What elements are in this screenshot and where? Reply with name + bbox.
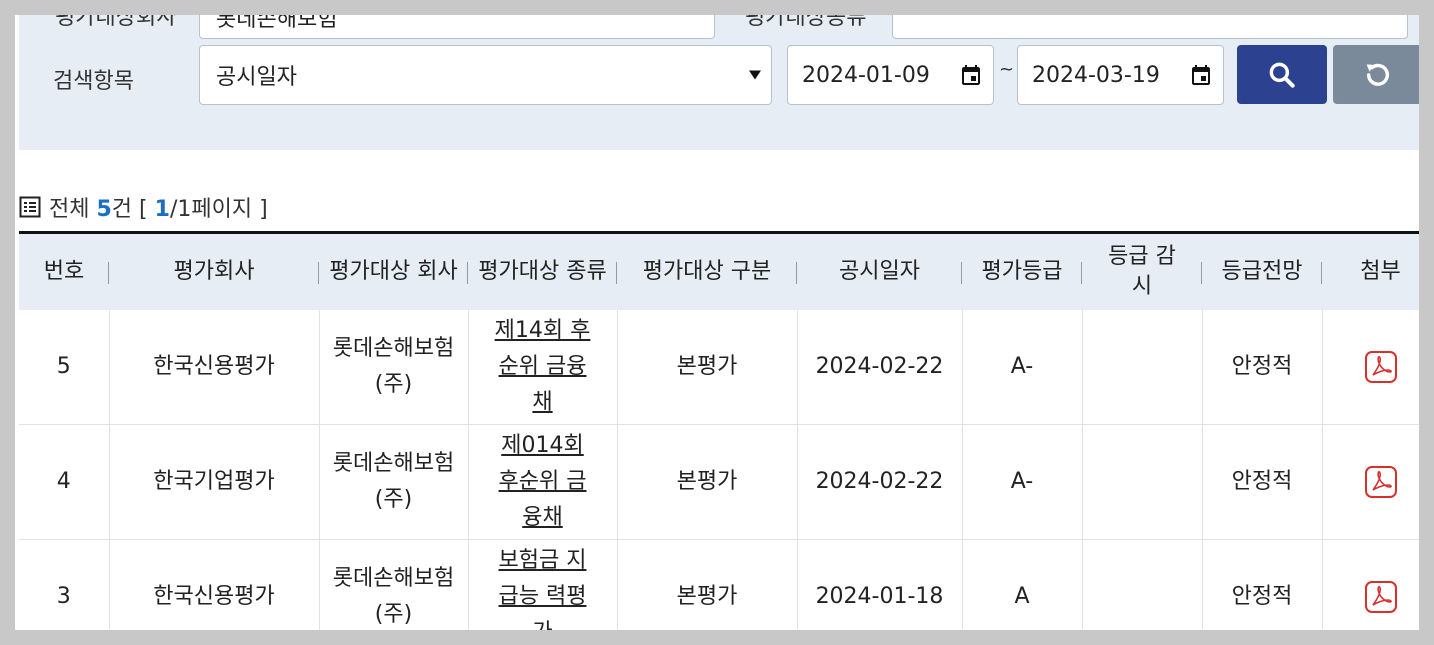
chevron-down-icon — [749, 70, 761, 80]
search-panel: 평가대상회사 롯데손해보험 평가대상종류 검색항목 공시일자 2024-01-0… — [19, 15, 1419, 150]
cell-agency: 한국기업평가 — [109, 424, 320, 540]
cell-date: 2024-01-18 — [797, 539, 963, 630]
reset-button[interactable] — [1333, 45, 1419, 104]
table-row: 5 한국신용평가 롯데손해보험 (주) 제14회 후순위 금융채 본평가 202… — [19, 310, 1419, 425]
header-grade: 평가등급 — [962, 231, 1082, 310]
header-kind: 평가대상 종류 — [468, 231, 617, 310]
type-input[interactable] — [892, 15, 1408, 39]
header-no: 번호 — [19, 231, 109, 310]
page-bracket-close: ] — [259, 197, 268, 222]
field-label: 검색항목 — [53, 69, 134, 94]
cell-kind: 제014회 후순위 금융채 — [468, 424, 618, 540]
cell-attachment — [1322, 539, 1419, 630]
search-button[interactable] — [1237, 45, 1327, 104]
header-company: 평가대상 회사 — [319, 231, 468, 310]
page-bracket-open: [ — [139, 197, 148, 222]
count-unit: 건 — [111, 197, 133, 222]
refresh-icon — [1366, 63, 1390, 86]
list-icon — [19, 196, 41, 218]
page-total: /1페이지 — [169, 197, 253, 222]
calendar-icon[interactable] — [1189, 63, 1213, 87]
pdf-icon[interactable] — [1364, 580, 1398, 614]
rating-table: 번호 평가회사 평가대상 회사 평가대상 종류 평가대상 구분 공시일자 평가등… — [19, 231, 1419, 630]
cell-watch — [1082, 539, 1203, 630]
cell-agency: 한국신용평가 — [109, 310, 320, 425]
cell-outlook: 안정적 — [1202, 310, 1323, 425]
kind-link[interactable]: 보험금 지급능 력평가 — [499, 548, 587, 630]
cell-company: 롯데손해보험 (주) — [319, 424, 469, 540]
date-to-input[interactable]: 2024-03-19 — [1017, 45, 1224, 105]
kind-link[interactable]: 제14회 후순위 금융채 — [495, 318, 591, 415]
pdf-icon[interactable] — [1364, 350, 1398, 384]
table-row: 4 한국기업평가 롯데손해보험 (주) 제014회 후순위 금융채 본평가 20… — [19, 424, 1419, 540]
cell-company: 롯데손해보험 (주) — [319, 539, 469, 630]
cell-watch — [1082, 424, 1203, 540]
cell-no: 3 — [19, 539, 110, 630]
cell-date: 2024-02-22 — [797, 310, 963, 425]
cell-grade: A- — [962, 310, 1083, 425]
cell-kind: 제14회 후순위 금융채 — [468, 310, 618, 425]
cell-attachment — [1322, 424, 1419, 540]
cell-category: 본평가 — [617, 310, 798, 425]
cell-grade: A- — [962, 424, 1083, 540]
table-header-row: 번호 평가회사 평가대상 회사 평가대상 종류 평가대상 구분 공시일자 평가등… — [19, 231, 1419, 310]
cell-no: 4 — [19, 424, 110, 540]
pdf-icon[interactable] — [1364, 465, 1398, 499]
summary-prefix: 전체 — [49, 197, 90, 222]
date-from-input[interactable]: 2024-01-09 — [787, 45, 994, 105]
cell-agency: 한국신용평가 — [109, 539, 320, 630]
calendar-icon[interactable] — [959, 63, 983, 87]
cell-watch — [1082, 310, 1203, 425]
field-select-value: 공시일자 — [216, 65, 297, 90]
result-summary: 전체 5건 [ 1/1페이지 ] — [19, 191, 268, 223]
cell-no: 5 — [19, 310, 110, 425]
cell-category: 본평가 — [617, 424, 798, 540]
company-input[interactable]: 롯데손해보험 — [199, 15, 715, 39]
header-attachment: 첨부 — [1322, 231, 1419, 310]
date-from-value: 2024-01-09 — [802, 62, 930, 88]
search-icon — [1269, 62, 1295, 88]
kind-link[interactable]: 제014회 후순위 금융채 — [499, 433, 587, 530]
cell-category: 본평가 — [617, 539, 798, 630]
type-label: 평가대상종류 — [745, 15, 867, 30]
cell-date: 2024-02-22 — [797, 424, 963, 540]
date-range-separator: ~ — [999, 59, 1015, 80]
current-page: 1 — [154, 197, 170, 222]
company-input-value: 롯데손해보험 — [216, 15, 338, 32]
field-select[interactable]: 공시일자 — [199, 45, 772, 105]
cell-company: 롯데손해보험 (주) — [319, 310, 469, 425]
header-date: 공시일자 — [797, 231, 962, 310]
header-category: 평가대상 구분 — [617, 231, 797, 310]
cell-kind: 보험금 지급능 력평가 — [468, 539, 618, 630]
table-row: 3 한국신용평가 롯데손해보험 (주) 보험금 지급능 력평가 본평가 2024… — [19, 539, 1419, 630]
header-watch: 등급 감시 — [1082, 231, 1202, 310]
page: 평가대상회사 롯데손해보험 평가대상종류 검색항목 공시일자 2024-01-0… — [15, 15, 1419, 630]
cell-grade: A — [962, 539, 1083, 630]
cell-outlook: 안정적 — [1202, 424, 1323, 540]
cell-attachment — [1322, 310, 1419, 425]
header-outlook: 등급전망 — [1202, 231, 1322, 310]
total-count: 5 — [96, 197, 112, 222]
date-to-value: 2024-03-19 — [1032, 62, 1160, 88]
company-label: 평가대상회사 — [55, 15, 177, 30]
cell-outlook: 안정적 — [1202, 539, 1323, 630]
header-agency: 평가회사 — [109, 231, 319, 310]
